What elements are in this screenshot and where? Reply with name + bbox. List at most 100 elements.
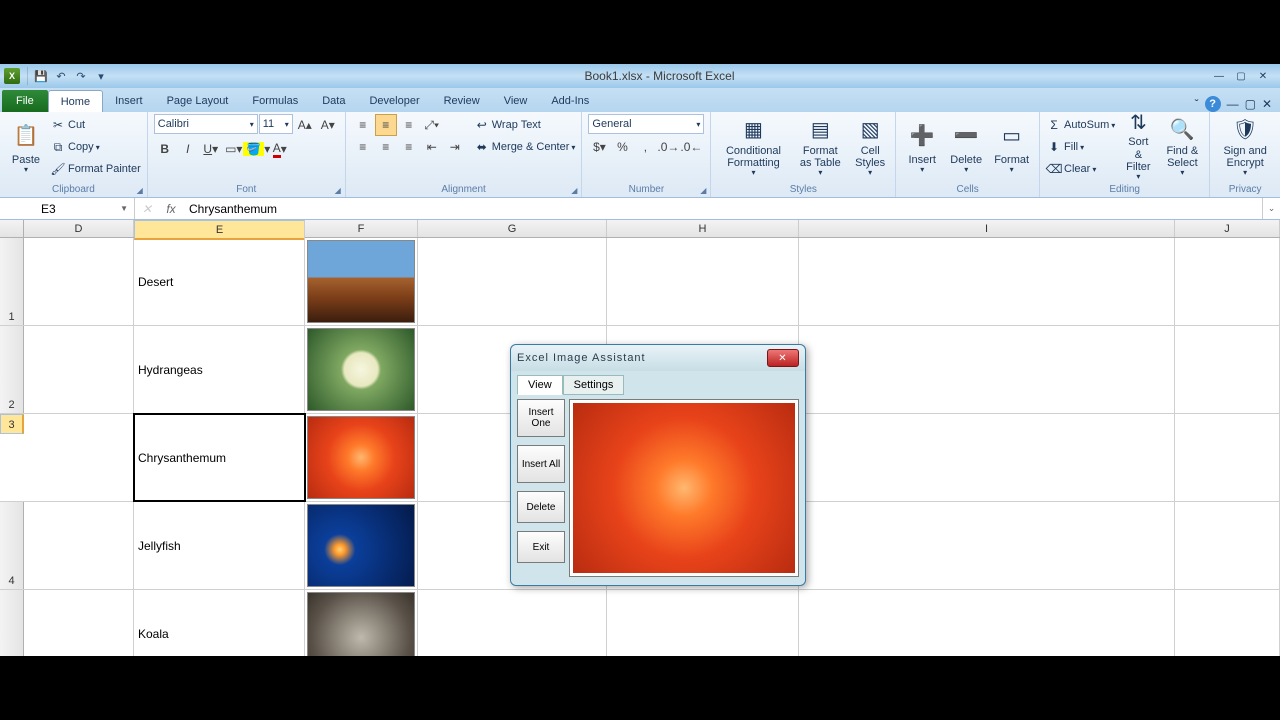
qat-save[interactable]: 💾: [31, 66, 51, 86]
help-icon[interactable]: ?: [1205, 96, 1221, 112]
insert-one-button[interactable]: Insert One: [517, 399, 565, 437]
row-header[interactable]: 5: [0, 590, 24, 656]
exit-button[interactable]: Exit: [517, 531, 565, 563]
conditional-formatting-button[interactable]: ▦Conditional Formatting▾: [717, 114, 789, 180]
font-name-select[interactable]: Calibri▾: [154, 114, 258, 134]
select-all-corner[interactable]: [0, 220, 24, 237]
formula-input[interactable]: Chrysanthemum: [183, 198, 1262, 219]
expand-formula-bar[interactable]: ⌄: [1262, 198, 1280, 219]
doc-minimize-button[interactable]: —: [1227, 97, 1239, 111]
name-box[interactable]: E3▼: [35, 198, 135, 219]
cell[interactable]: Chrysanthemum: [134, 414, 305, 501]
align-top-button[interactable]: ≡: [352, 114, 374, 136]
decrease-font-button[interactable]: A▾: [317, 114, 339, 136]
italic-button[interactable]: I: [177, 138, 199, 160]
align-middle-button[interactable]: ≡: [375, 114, 397, 136]
fx-icon[interactable]: fx: [159, 202, 183, 216]
bold-button[interactable]: B: [154, 138, 176, 160]
dialog-tab-settings[interactable]: Settings: [563, 375, 625, 395]
close-button[interactable]: ✕: [1252, 67, 1274, 85]
delete-cells-button[interactable]: ➖Delete▾: [946, 114, 986, 180]
tab-data[interactable]: Data: [310, 90, 357, 112]
col-header-H[interactable]: H: [607, 220, 799, 237]
clear-button[interactable]: ⌫Clear▾: [1046, 158, 1115, 180]
paste-button[interactable]: 📋 Paste▾: [6, 114, 46, 180]
tab-page-layout[interactable]: Page Layout: [155, 90, 241, 112]
restore-button[interactable]: ▢: [1230, 67, 1252, 85]
cancel-formula-icon[interactable]: ✕: [135, 202, 159, 216]
find-select-button[interactable]: 🔍Find & Select▾: [1161, 114, 1203, 180]
cell[interactable]: [24, 502, 134, 589]
orientation-button[interactable]: ⤢▾: [421, 114, 443, 136]
cell[interactable]: Hydrangeas: [134, 326, 305, 413]
cell[interactable]: Koala: [134, 590, 305, 656]
minimize-button[interactable]: —: [1208, 67, 1230, 85]
row-header[interactable]: 2: [0, 326, 24, 413]
copy-button[interactable]: ⧉Copy▾: [50, 136, 141, 158]
align-left-button[interactable]: ≡: [352, 136, 374, 158]
cell[interactable]: [1175, 414, 1280, 501]
col-header-I[interactable]: I: [799, 220, 1175, 237]
cell-image[interactable]: [305, 326, 418, 413]
cell[interactable]: [1175, 502, 1280, 589]
dialog-tab-view[interactable]: View: [517, 375, 563, 395]
tab-file[interactable]: File: [2, 90, 48, 112]
image-assistant-dialog[interactable]: Excel Image Assistant ✕ View Settings In…: [510, 344, 806, 586]
cell[interactable]: [24, 590, 134, 656]
doc-restore-button[interactable]: ▢: [1245, 97, 1256, 111]
font-launcher[interactable]: ◢: [335, 186, 341, 195]
tab-home[interactable]: Home: [48, 90, 103, 112]
cell[interactable]: Jellyfish: [134, 502, 305, 589]
fill-color-button[interactable]: 🪣▾: [246, 138, 268, 160]
percent-button[interactable]: %: [611, 136, 633, 158]
increase-decimal-button[interactable]: .0→: [657, 136, 679, 158]
row-header[interactable]: 4: [0, 502, 24, 589]
cell-image[interactable]: [305, 414, 418, 501]
cell[interactable]: Desert: [134, 238, 305, 325]
increase-indent-button[interactable]: ⇥: [444, 136, 466, 158]
tab-formulas[interactable]: Formulas: [240, 90, 310, 112]
cell[interactable]: [607, 590, 799, 656]
number-launcher[interactable]: ◢: [700, 186, 706, 195]
cell-image[interactable]: [305, 590, 418, 656]
col-header-G[interactable]: G: [418, 220, 607, 237]
cell[interactable]: [24, 414, 134, 501]
align-center-button[interactable]: ≡: [375, 136, 397, 158]
dialog-title-bar[interactable]: Excel Image Assistant ✕: [511, 345, 805, 371]
cell[interactable]: [799, 590, 1175, 656]
cell[interactable]: [799, 326, 1175, 413]
cell[interactable]: [418, 238, 607, 325]
col-header-F[interactable]: F: [305, 220, 418, 237]
doc-close-button[interactable]: ✕: [1262, 97, 1272, 111]
align-right-button[interactable]: ≡: [398, 136, 420, 158]
col-header-D[interactable]: D: [24, 220, 134, 237]
tab-insert[interactable]: Insert: [103, 90, 155, 112]
cell[interactable]: [418, 590, 607, 656]
underline-button[interactable]: U▾: [200, 138, 222, 160]
tab-addins[interactable]: Add-Ins: [539, 90, 601, 112]
increase-font-button[interactable]: A▴: [294, 114, 316, 136]
cell[interactable]: [799, 238, 1175, 325]
col-header-J[interactable]: J: [1175, 220, 1280, 237]
qat-redo[interactable]: ↷: [71, 66, 91, 86]
cell-image[interactable]: [305, 502, 418, 589]
row-header[interactable]: 1: [0, 238, 24, 325]
cell-image[interactable]: [305, 238, 418, 325]
tab-developer[interactable]: Developer: [357, 90, 431, 112]
decrease-indent-button[interactable]: ⇤: [421, 136, 443, 158]
dialog-close-button[interactable]: ✕: [767, 349, 799, 367]
cell[interactable]: [1175, 238, 1280, 325]
border-button[interactable]: ▭▾: [223, 138, 245, 160]
font-size-select[interactable]: 11▾: [259, 114, 293, 134]
tab-view[interactable]: View: [492, 90, 540, 112]
autosum-button[interactable]: ΣAutoSum▾: [1046, 114, 1115, 136]
qat-customize[interactable]: ▾: [91, 66, 111, 86]
format-painter-button[interactable]: 🖌Format Painter: [50, 158, 141, 180]
cell[interactable]: [799, 414, 1175, 501]
number-format-select[interactable]: General▾: [588, 114, 704, 134]
col-header-E[interactable]: E: [134, 220, 305, 240]
fill-button[interactable]: ⬇Fill▾: [1046, 136, 1115, 158]
cell[interactable]: [1175, 326, 1280, 413]
insert-all-button[interactable]: Insert All: [517, 445, 565, 483]
cut-button[interactable]: ✂Cut: [50, 114, 141, 136]
